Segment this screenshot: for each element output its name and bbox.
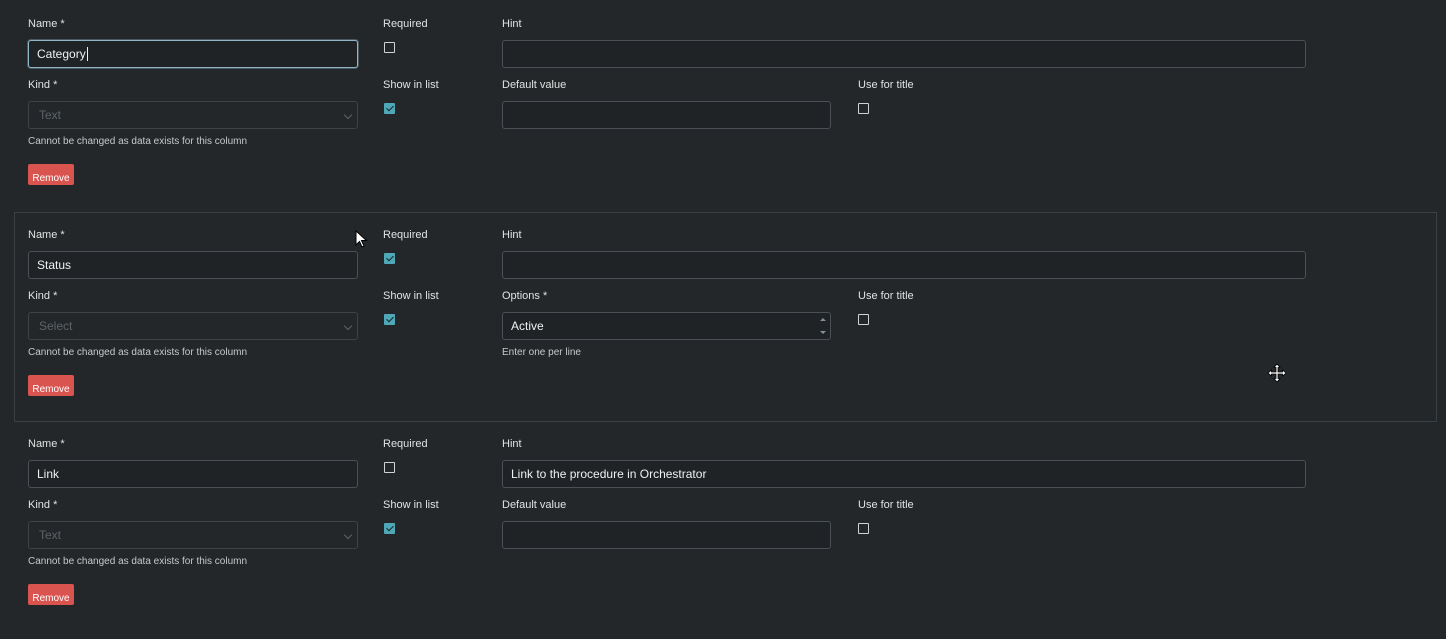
show-in-list-label: Show in list xyxy=(383,79,439,91)
kind-label: Kind * xyxy=(28,290,58,302)
column-definition-category: Name * Category Kind * Text Cannot be ch… xyxy=(0,0,1446,210)
default-value-input[interactable] xyxy=(502,521,831,549)
mouse-pointer-icon xyxy=(355,230,368,248)
name-label: Name * xyxy=(28,438,65,450)
use-for-title-checkbox[interactable] xyxy=(858,523,869,534)
show-in-list-label: Show in list xyxy=(383,290,439,302)
name-label: Name * xyxy=(28,229,65,241)
hint-label: Hint xyxy=(502,229,522,241)
kind-label: Kind * xyxy=(28,79,58,91)
kind-locked-help: Cannot be changed as data exists for thi… xyxy=(28,136,248,147)
required-checkbox[interactable] xyxy=(384,462,395,473)
kind-select: Select xyxy=(28,312,358,340)
hint-input[interactable] xyxy=(502,40,1306,68)
default-value-label: Default value xyxy=(502,499,567,511)
hint-input[interactable] xyxy=(502,251,1306,279)
options-textarea[interactable]: Active xyxy=(502,312,831,340)
kind-locked-help: Cannot be changed as data exists for thi… xyxy=(28,556,248,567)
required-label: Required xyxy=(383,229,428,241)
kind-select: Text xyxy=(28,101,358,129)
name-input[interactable]: Category xyxy=(28,40,358,68)
options-help: Enter one per line xyxy=(502,347,581,358)
hint-label: Hint xyxy=(502,438,522,450)
use-for-title-label: Use for title xyxy=(858,499,914,511)
options-label: Options * xyxy=(502,290,548,302)
default-value-label: Default value xyxy=(502,79,567,91)
textarea-scroll-arrows[interactable] xyxy=(820,317,826,335)
required-checkbox[interactable] xyxy=(384,42,395,53)
kind-select: Text xyxy=(28,521,358,549)
use-for-title-label: Use for title xyxy=(858,79,914,91)
move-cursor-icon xyxy=(1267,363,1287,383)
kind-locked-help: Cannot be changed as data exists for thi… xyxy=(28,347,248,358)
required-label: Required xyxy=(383,438,428,450)
use-for-title-checkbox[interactable] xyxy=(858,103,869,114)
required-checkbox[interactable] xyxy=(384,253,395,264)
show-in-list-checkbox[interactable] xyxy=(384,523,395,534)
hint-label: Hint xyxy=(502,18,522,30)
use-for-title-checkbox[interactable] xyxy=(858,314,869,325)
hint-input[interactable]: Link to the procedure in Orchestrator xyxy=(502,460,1306,488)
chevron-down-icon xyxy=(343,530,353,540)
remove-button[interactable]: Remove xyxy=(28,375,74,396)
chevron-down-icon xyxy=(343,110,353,120)
show-in-list-checkbox[interactable] xyxy=(384,103,395,114)
show-in-list-label: Show in list xyxy=(383,499,439,511)
required-label: Required xyxy=(383,18,428,30)
chevron-down-icon xyxy=(343,321,353,331)
name-label: Name * xyxy=(28,18,65,30)
remove-button[interactable]: Remove xyxy=(28,164,74,185)
remove-button[interactable]: Remove xyxy=(28,584,74,605)
name-input[interactable]: Status xyxy=(28,251,358,279)
column-definition-link: Name * Link Kind * Text Cannot be change… xyxy=(0,420,1446,630)
show-in-list-checkbox[interactable] xyxy=(384,314,395,325)
name-input[interactable]: Link xyxy=(28,460,358,488)
kind-label: Kind * xyxy=(28,499,58,511)
default-value-input[interactable] xyxy=(502,101,831,129)
column-definition-status: Name * Status Kind * Select Cannot be ch… xyxy=(14,212,1437,422)
use-for-title-label: Use for title xyxy=(858,290,914,302)
text-caret xyxy=(86,47,88,61)
